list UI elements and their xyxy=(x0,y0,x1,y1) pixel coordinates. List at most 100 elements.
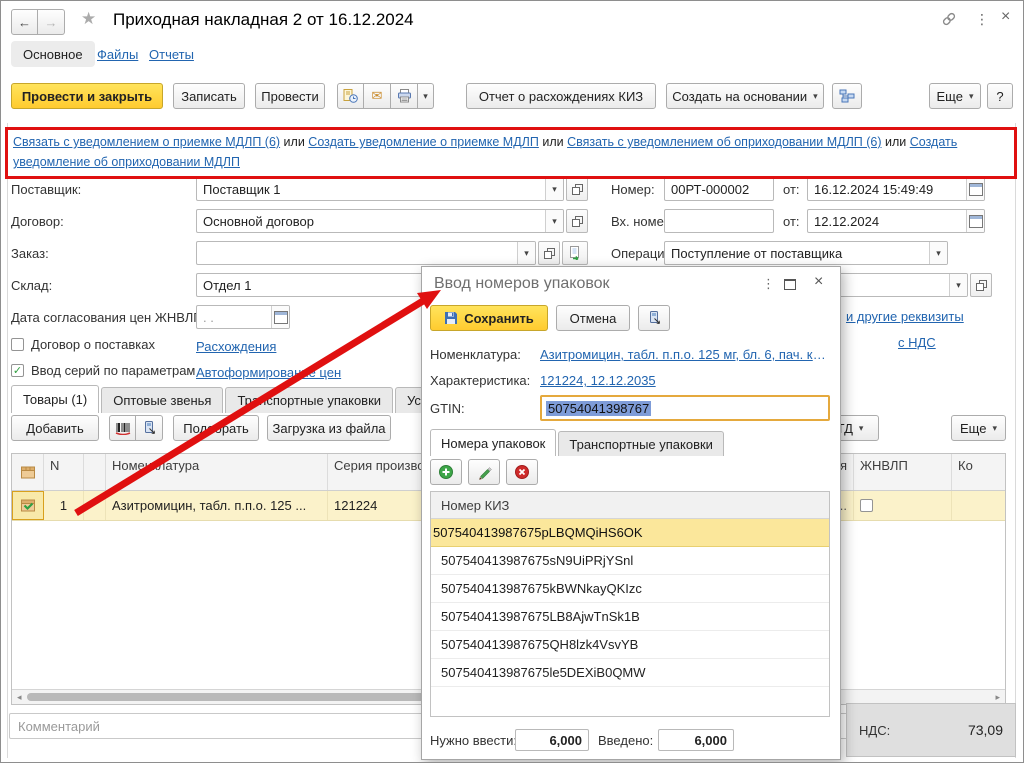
back-button[interactable]: ← xyxy=(11,9,38,35)
calendar-icon xyxy=(969,215,983,228)
tab-wholesale[interactable]: Оптовые звенья xyxy=(101,387,223,413)
dialog-cancel-button[interactable]: Отмена xyxy=(556,305,630,331)
nav-tab-files[interactable]: Файлы xyxy=(97,47,138,62)
in-date-input[interactable]: 12.12.2024 xyxy=(807,209,985,233)
help-button[interactable]: ? xyxy=(987,83,1013,109)
zhnvlp-checkbox[interactable] xyxy=(860,499,873,512)
kiz-row[interactable]: 507540413987675LB8AjwTnSk1B xyxy=(431,603,829,631)
nav-tab-main[interactable]: Основное xyxy=(11,41,95,67)
doc-date-input[interactable]: 16.12.2024 15:49:49 xyxy=(807,177,985,201)
kiz-row[interactable]: 507540413987675le5DEXiB0QMW xyxy=(431,659,829,687)
tab-transport[interactable]: Транспортные упаковки xyxy=(225,387,393,413)
dropdown-button[interactable]: ▾ xyxy=(949,274,967,296)
dialog-characteristic-label: Характеристика: xyxy=(430,373,530,388)
dialog-tab-transport[interactable]: Транспортные упаковки xyxy=(558,431,724,456)
calendar-button[interactable] xyxy=(966,210,984,232)
structure-button[interactable] xyxy=(832,83,862,109)
kiz-row[interactable]: 507540413987675pLBQMQiHS6OK xyxy=(431,519,829,547)
dialog-tab-numbers[interactable]: Номера упаковок xyxy=(430,429,556,456)
window-menu-icon[interactable]: ⋮ xyxy=(975,11,989,28)
gtin-input[interactable]: 50754041398767 xyxy=(540,395,830,421)
calendar-button[interactable] xyxy=(966,178,984,200)
kiz-row[interactable]: 507540413987675QH8lzk4VsvYB xyxy=(431,631,829,659)
zhnvlp-date-input[interactable]: . . xyxy=(196,305,290,329)
open-button[interactable] xyxy=(970,273,992,297)
tab-goods[interactable]: Товары (1) xyxy=(11,385,99,413)
dialog-menu-icon[interactable]: ⋮ xyxy=(762,276,775,292)
kiz-delete-button[interactable] xyxy=(506,459,538,485)
write-button[interactable]: Записать xyxy=(173,83,245,109)
calendar-button[interactable] xyxy=(271,306,289,328)
in-number-input[interactable] xyxy=(664,209,774,233)
forward-button[interactable]: → xyxy=(38,9,65,35)
structure-icon xyxy=(839,89,855,103)
scroll-left-icon[interactable]: ◂ xyxy=(12,692,27,703)
number-input[interactable]: 00РТ-000002 xyxy=(664,177,774,201)
window-close-icon[interactable]: × xyxy=(1001,8,1010,26)
pick-button[interactable]: Подобрать xyxy=(173,415,259,441)
favorite-star-icon[interactable]: ★ xyxy=(81,9,96,29)
dialog-characteristic-link[interactable]: 121224, 12.12.2035 xyxy=(540,373,656,388)
chevron-down-icon: ▾ xyxy=(423,91,428,102)
barcode-scan-button[interactable] xyxy=(109,415,136,441)
dropdown-button[interactable]: ▾ xyxy=(517,242,535,264)
operation-input[interactable]: Поступление от поставщика▾ xyxy=(664,241,948,265)
window-left-border xyxy=(7,123,8,758)
dropdown-button[interactable]: ▾ xyxy=(929,242,947,264)
mdlp-link-bind-acceptance[interactable]: Связать с уведомлением о приемке МДЛП (6… xyxy=(13,135,280,149)
add-row-label: Добавить xyxy=(26,421,83,436)
dialog-close-icon[interactable]: × xyxy=(814,273,823,291)
scroll-right-icon[interactable]: ▸ xyxy=(990,692,1005,703)
table-more-button[interactable]: Еще▾ xyxy=(951,415,1006,441)
mdlp-link-create-acceptance[interactable]: Создать уведомление о приемке МДЛП xyxy=(308,135,539,149)
dialog-save-button[interactable]: Сохранить xyxy=(430,305,548,331)
dialog-terminal-button[interactable] xyxy=(638,305,670,331)
dropdown-button[interactable]: ▾ xyxy=(545,210,563,232)
more-button[interactable]: Еще▾ xyxy=(929,83,981,109)
order-label: Заказ: xyxy=(11,246,49,261)
dialog-nomenclature-link[interactable]: Азитромицин, табл. п.п.о. 125 мг, бл. 6,… xyxy=(540,347,832,362)
kiz-row[interactable]: 507540413987675kBWNkayQKIzc xyxy=(431,575,829,603)
fill-from-order-button[interactable] xyxy=(562,241,588,265)
col-nomenclature: Номенклатура xyxy=(106,454,328,490)
open-button[interactable] xyxy=(538,241,560,265)
row-package-cell[interactable] xyxy=(12,491,44,520)
print-button[interactable] xyxy=(391,83,418,109)
number-field: 00РТ-000002 xyxy=(664,177,774,201)
kiz-report-button[interactable]: Отчет о расхождениях КИЗ xyxy=(466,83,656,109)
post-button[interactable]: Провести xyxy=(255,83,325,109)
load-from-file-button[interactable]: Загрузка из файла xyxy=(267,415,391,441)
kiz-row[interactable]: 507540413987675sN9UiPRjYSnl xyxy=(431,547,829,575)
nav-tab-reports[interactable]: Отчеты xyxy=(149,47,194,62)
discrepancies-link[interactable]: Расхождения xyxy=(196,339,276,354)
number-value: 00РТ-000002 xyxy=(665,182,773,197)
post-and-close-button[interactable]: Провести и закрыть xyxy=(11,83,163,109)
dialog-maximize-icon[interactable] xyxy=(784,279,796,290)
contract-input[interactable]: Основной договор▾ xyxy=(196,209,564,233)
create-based-on-button[interactable]: Создать на основании▾ xyxy=(666,83,824,109)
dropdown-button[interactable]: ▾ xyxy=(545,178,563,200)
supply-contract-checkbox[interactable] xyxy=(11,338,24,351)
entered-value: 6,000 xyxy=(658,729,734,751)
open-button[interactable] xyxy=(566,177,588,201)
kiz-add-button[interactable] xyxy=(430,459,462,485)
dialog-gtin-label: GTIN: xyxy=(430,401,465,416)
add-row-button[interactable]: Добавить xyxy=(11,415,99,441)
supplier-input[interactable]: Поставщик 1▾ xyxy=(196,177,564,201)
package-icon xyxy=(20,466,36,479)
mdlp-link-bind-posting[interactable]: Связать с уведомлением об оприходовании … xyxy=(567,135,881,149)
print-dropdown-button[interactable]: ▾ xyxy=(418,83,434,109)
doc-history-button[interactable] xyxy=(337,83,364,109)
autoprice-link[interactable]: Автоформирование цен xyxy=(196,365,341,380)
with-vat-link[interactable]: с НДС xyxy=(898,335,936,350)
copy-link-icon[interactable] xyxy=(941,11,957,30)
kiz-edit-button[interactable] xyxy=(468,459,500,485)
open-button[interactable] xyxy=(566,209,588,233)
order-input[interactable]: ▾ xyxy=(196,241,536,265)
zhnvlp-date-value: . . xyxy=(197,310,271,325)
series-params-checkbox[interactable]: ✓ xyxy=(11,364,24,377)
other-details-link[interactable]: и другие реквизиты xyxy=(846,309,964,324)
terminal-load-button[interactable] xyxy=(136,415,163,441)
chevron-down-icon: ▾ xyxy=(956,280,961,291)
email-button[interactable]: ✉ xyxy=(364,83,391,109)
